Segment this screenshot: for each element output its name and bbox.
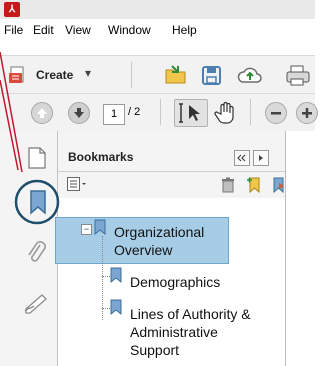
bookmark-label: Support xyxy=(130,342,180,358)
bookmark-item-demographics[interactable]: Demographics xyxy=(130,273,220,291)
page-total: / 2 xyxy=(128,106,141,118)
options-menu-icon xyxy=(67,177,86,191)
pages-icon[interactable] xyxy=(26,146,48,170)
toolbar-divider xyxy=(250,99,251,125)
menu-file[interactable]: File xyxy=(4,23,23,37)
panel-title: Bookmarks xyxy=(68,150,134,164)
create-label: Create xyxy=(36,68,74,82)
select-cursor-icon xyxy=(179,103,200,123)
tree-connector xyxy=(102,276,110,278)
create-button[interactable]: Create ▾ xyxy=(4,62,128,88)
collapse-toggle[interactable]: − xyxy=(81,224,92,235)
app-icon: ⅄ xyxy=(4,2,20,17)
zoom-in-button[interactable] xyxy=(296,102,318,124)
zoom-in-icon xyxy=(302,108,312,118)
menu-help[interactable]: Help xyxy=(172,23,197,37)
tree-connector xyxy=(102,308,110,310)
panel-expand-icon xyxy=(259,155,263,161)
bookmarks-icon[interactable] xyxy=(28,189,48,215)
delete-icon[interactable] xyxy=(221,177,235,193)
zoom-out-icon xyxy=(271,112,281,115)
chevron-down-icon: ▾ xyxy=(85,66,92,80)
page-number-input[interactable]: 1 xyxy=(103,104,125,125)
signatures-icon[interactable] xyxy=(23,291,51,315)
panel-collapse-button[interactable] xyxy=(234,150,250,166)
bookmark-item-organizational-overview[interactable]: Organizational Overview xyxy=(114,223,224,259)
print-icon[interactable] xyxy=(285,65,315,87)
toolbar-divider xyxy=(131,62,132,88)
title-bar: ⅄ xyxy=(0,0,315,19)
new-bookmark-icon[interactable] xyxy=(245,176,263,194)
navigation-pane-strip xyxy=(0,131,58,366)
attachments-icon[interactable] xyxy=(26,239,48,269)
menu-edit[interactable]: Edit xyxy=(33,23,54,37)
bookmark-label: Administrative xyxy=(130,324,218,340)
document-area xyxy=(286,131,315,366)
create-pdf-icon xyxy=(9,66,24,83)
bookmarks-toolbar xyxy=(58,172,285,198)
bookmark-label: Organizational xyxy=(114,224,205,240)
menu-window[interactable]: Window xyxy=(108,23,151,37)
menu-view[interactable]: View xyxy=(65,23,91,37)
open-folder-icon[interactable] xyxy=(164,64,188,86)
next-page-icon xyxy=(74,108,84,118)
save-icon[interactable] xyxy=(201,65,222,86)
zoom-out-button[interactable] xyxy=(265,102,287,124)
next-page-button[interactable] xyxy=(68,102,90,124)
select-tool-button[interactable] xyxy=(174,99,208,127)
bookmark-icon xyxy=(94,219,106,236)
main-toolbar: Create ▾ xyxy=(0,55,315,94)
upload-cloud-icon[interactable] xyxy=(237,65,263,85)
bookmark-item-lines-of-authority[interactable]: Lines of Authority & Administrative Supp… xyxy=(130,305,280,359)
panel-collapse-icon xyxy=(237,154,246,162)
bookmark-label: Overview xyxy=(114,242,173,258)
menu-bar: File Edit View Window Help xyxy=(0,19,315,41)
bookmark-label: Lines of Authority & xyxy=(130,306,251,322)
panel-header: Bookmarks xyxy=(58,131,285,172)
bookmark-icon xyxy=(110,267,122,284)
prev-page-button[interactable] xyxy=(31,102,53,124)
prev-page-icon xyxy=(37,108,47,118)
bookmark-icon xyxy=(110,299,122,316)
panel-expand-button[interactable] xyxy=(253,150,269,166)
hand-tool-icon[interactable] xyxy=(213,100,239,126)
options-menu-button[interactable] xyxy=(67,177,87,192)
toolbar-divider xyxy=(160,99,161,125)
